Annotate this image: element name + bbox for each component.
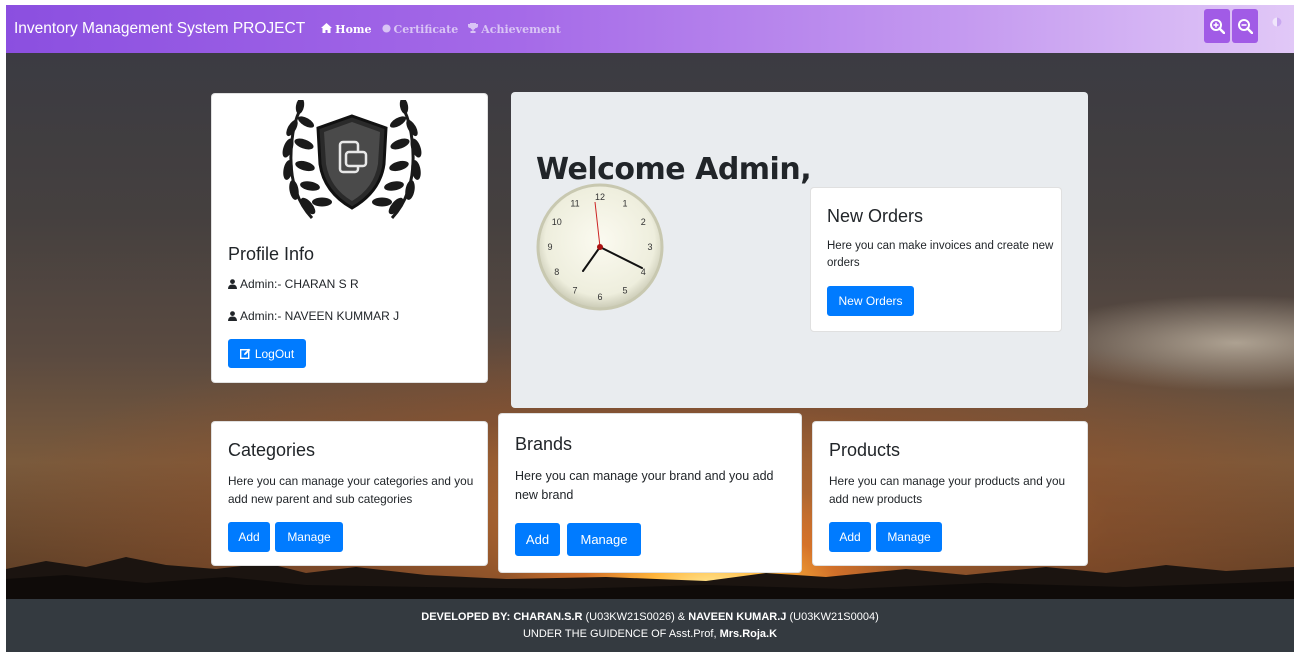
- admin-name-1: Admin:- CHARAN S R: [240, 277, 359, 291]
- footer-dev2-id: (U03KW21S0004): [789, 611, 879, 623]
- footer: DEVELOPED BY: CHARAN.S.R (U03KW21S0026) …: [6, 599, 1294, 652]
- nav-achievement[interactable]: Achievement: [468, 22, 561, 36]
- brands-manage-button[interactable]: Manage: [567, 523, 641, 556]
- clock-numeral: 9: [547, 242, 552, 252]
- navbar-brand[interactable]: Inventory Management System PROJECT: [14, 20, 305, 38]
- admin-name-2: Admin:- NAVEEN KUMMAR J: [240, 309, 400, 323]
- app-frame: Inventory Management System PROJECT Home…: [6, 5, 1294, 652]
- categories-add-button[interactable]: Add: [228, 522, 270, 552]
- categories-card: Categories Here you can manage your cate…: [211, 421, 488, 566]
- zoom-out-icon: [1238, 19, 1253, 34]
- logout-label: LogOut: [254, 346, 295, 361]
- clock-numeral: 12: [595, 192, 605, 202]
- brands-desc: Here you can manage your brand and you a…: [515, 469, 774, 502]
- footer-guidance-text: UNDER THE GUIDENCE OF Asst.Prof,: [522, 628, 717, 640]
- categories-title: Categories: [228, 440, 316, 460]
- zoom-out-button[interactable]: [1232, 9, 1258, 43]
- nav-home[interactable]: Home: [321, 22, 372, 36]
- admin-line-1: Admin:- CHARAN S R: [228, 277, 359, 291]
- clock-numeral: 10: [552, 217, 562, 227]
- footer-developed-by: DEVELOPED BY:: [421, 611, 511, 623]
- logout-button[interactable]: LogOut: [228, 339, 306, 368]
- user-icon: [228, 279, 237, 289]
- shield-laurel-logo: [282, 100, 422, 220]
- nav-certificate[interactable]: Certificate: [381, 22, 459, 36]
- new-orders-card: New Orders Here you can make invoices an…: [810, 187, 1062, 332]
- trophy-icon: [468, 22, 479, 36]
- clock-numeral: 11: [570, 199, 579, 209]
- footer-guidance: UNDER THE GUIDENCE OF Asst.Prof, Mrs.Roj…: [6, 626, 1294, 643]
- products-desc: Here you can manage your products and yo…: [829, 474, 1066, 506]
- profile-title: Profile Info: [228, 244, 315, 264]
- edit-icon: [239, 348, 251, 359]
- nav-certificate-label: Certificate: [393, 22, 459, 36]
- new-orders-title: New Orders: [827, 206, 924, 226]
- footer-guide-name: Mrs.Roja.K: [719, 628, 778, 640]
- footer-developers: DEVELOPED BY: CHARAN.S.R (U03KW21S0026) …: [6, 609, 1294, 626]
- products-card: Products Here you can manage your produc…: [812, 421, 1088, 566]
- welcome-panel: Welcome Admin, 12 1 2 3 4 5 6 7 8 9 10 11 New Order…: [511, 92, 1088, 408]
- circle-icon: [381, 23, 391, 36]
- analog-clock: 121234567891011: [536, 183, 664, 311]
- home-icon: [321, 22, 333, 36]
- clock-numeral: 3: [647, 242, 652, 252]
- products-manage-button[interactable]: Manage: [876, 522, 942, 552]
- zoom-in-icon: [1210, 19, 1225, 34]
- new-orders-desc: Here you can make invoices and create ne…: [827, 240, 1054, 269]
- nav-achievement-label: Achievement: [481, 22, 561, 36]
- admin-line-2: Admin:- NAVEEN KUMMAR J: [228, 309, 399, 323]
- profile-card: Profile Info Admin:- CHARAN S R Admin:- …: [211, 93, 488, 383]
- clock-numeral: 6: [597, 292, 602, 302]
- navbar: Inventory Management System PROJECT Home…: [6, 5, 1294, 53]
- footer-dev2-name: NAVEEN KUMAR.J: [688, 611, 787, 623]
- products-add-button[interactable]: Add: [829, 522, 871, 552]
- user-icon: [228, 311, 237, 321]
- footer-dev1-id: (U03KW21S0026) &: [585, 611, 686, 623]
- zoom-in-button[interactable]: [1204, 9, 1230, 43]
- clock-numeral: 5: [622, 285, 627, 295]
- brands-title: Brands: [515, 434, 573, 454]
- clock-numeral: 8: [554, 267, 559, 277]
- clock-numeral: 2: [641, 217, 646, 227]
- contrast-toggle[interactable]: [1260, 9, 1294, 43]
- contrast-icon: [1272, 17, 1282, 27]
- footer-dev1-name: CHARAN.S.R: [513, 611, 583, 623]
- nav-home-label: Home: [335, 22, 372, 36]
- new-orders-button[interactable]: New Orders: [827, 286, 914, 316]
- clock-numeral: 1: [622, 199, 627, 209]
- zoom-controls: [1204, 9, 1294, 43]
- categories-manage-button[interactable]: Manage: [275, 522, 343, 552]
- brands-add-button[interactable]: Add: [515, 523, 560, 556]
- products-title: Products: [829, 440, 901, 460]
- clock-numeral: 7: [572, 285, 577, 295]
- brands-card: Brands Here you can manage your brand an…: [498, 413, 802, 573]
- categories-desc: Here you can manage your categories and …: [228, 474, 474, 506]
